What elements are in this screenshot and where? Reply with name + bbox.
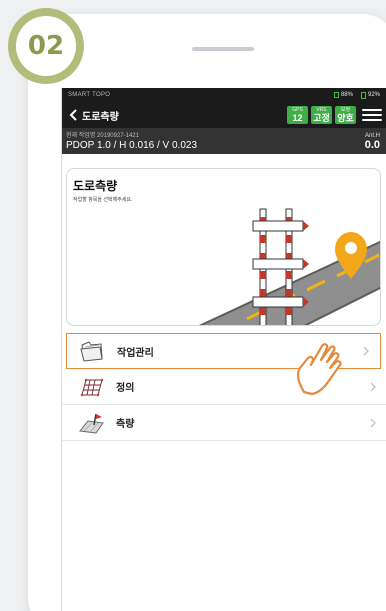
device-battery-icon (360, 91, 366, 99)
status-app-name: SMART TOPO (68, 92, 111, 98)
quality-value: 양호 (337, 112, 354, 123)
info-bar: 현재 작업명 20190927-1421 PDOP 1.0 / H 0.016 … (62, 128, 386, 154)
survey-plane-icon (79, 413, 104, 434)
grid-plane-icon (80, 378, 104, 396)
device-battery: 92% (360, 91, 380, 99)
menu-item-survey[interactable]: 측량 (62, 405, 386, 441)
correction-quality-badge[interactable]: 보정 양호 (335, 106, 356, 124)
title-bar: 도로측량 GPS 12 VRS 고정 보정 양호 (62, 102, 386, 128)
current-job-name: 현재 작업명 20190927-1421 (66, 133, 139, 139)
status-bar: SMART TOPO 88% 92% (62, 88, 386, 102)
back-arrow-icon[interactable] (66, 108, 80, 122)
precision-readout: PDOP 1.0 / H 0.016 / V 0.023 (66, 140, 198, 151)
road-survey-banner: 도로측량 작업할 항목을 선택해주세요. (66, 168, 381, 326)
folder-icon (80, 341, 103, 362)
vrs-status-badge[interactable]: VRS 고정 (311, 106, 332, 124)
device-battery-text: 92% (367, 92, 380, 98)
gnss-battery-text: 88% (340, 92, 353, 98)
vrs-label: VRS (316, 106, 327, 113)
gnss-battery: 88% (333, 92, 353, 98)
gps-label: GPS (292, 106, 303, 113)
screen-title: 도로측량 (82, 111, 119, 123)
gps-count-badge[interactable]: GPS 12 (287, 106, 308, 124)
banner-title: 도로측량 (73, 179, 118, 193)
tap-hand-icon (296, 343, 342, 396)
step-badge: 02 (8, 8, 84, 84)
gnss-battery-icon (333, 92, 339, 98)
chevron-right-icon (370, 382, 376, 391)
quality-label: 보정 (340, 106, 351, 113)
step-number: 02 (16, 16, 76, 76)
vrs-value: 고정 (313, 112, 330, 123)
chevron-right-icon (363, 346, 369, 356)
banner-subtitle: 작업할 항목을 선택해주세요. (73, 197, 133, 203)
chevron-right-icon (370, 418, 376, 427)
antenna-height-value: 0.0 (364, 139, 380, 151)
phone-speaker (192, 47, 254, 51)
gps-value: 12 (292, 112, 303, 123)
menu-item-label: 측량 (116, 419, 135, 430)
hamburger-menu-icon[interactable] (362, 106, 382, 124)
